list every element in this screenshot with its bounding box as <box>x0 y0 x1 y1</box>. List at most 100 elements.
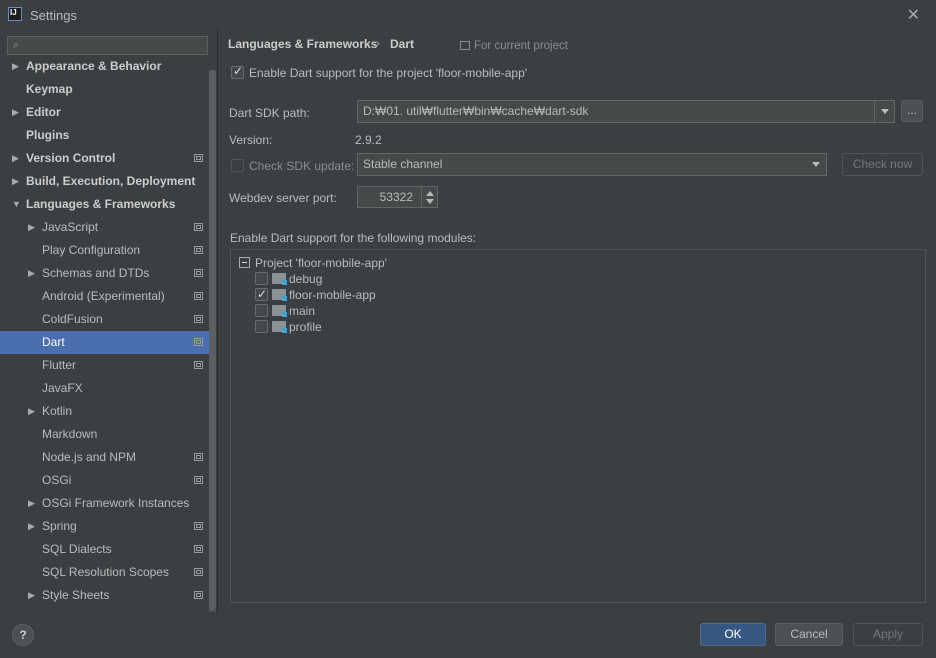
search-input[interactable] <box>30 38 200 52</box>
sidebar-item-javascript[interactable]: ▶ JavaScript <box>0 216 209 239</box>
webdev-port-spinner[interactable]: 53322 <box>357 186 438 208</box>
version-label: Version: <box>229 133 273 147</box>
sidebar-item-label: Node.js and NPM <box>42 450 137 464</box>
sidebar-item-editor[interactable]: ▶ Editor <box>0 101 209 124</box>
module-checkbox[interactable] <box>255 272 268 285</box>
sidebar-item-flutter[interactable]: Flutter <box>0 354 209 377</box>
collapsed-arrow-icon[interactable]: ▶ <box>28 515 35 538</box>
sidebar-item-dart[interactable]: Dart <box>0 331 209 354</box>
check-sdk-update-label[interactable]: Check SDK update: <box>249 159 354 173</box>
project-scope-icon <box>194 361 203 369</box>
sidebar-item-kotlin[interactable]: ▶ Kotlin <box>0 400 209 423</box>
module-checkbox[interactable] <box>255 304 268 317</box>
chevron-down-icon[interactable] <box>806 154 826 175</box>
collapsed-arrow-icon[interactable]: ▶ <box>28 492 35 515</box>
module-row[interactable]: debug <box>255 271 555 287</box>
help-button[interactable]: ? <box>12 624 34 646</box>
module-folder-icon <box>272 273 287 285</box>
collapsed-arrow-icon[interactable]: ▶ <box>12 147 19 170</box>
sidebar-item-osgi-framework-instances[interactable]: ▶ OSGi Framework Instances <box>0 492 209 515</box>
sidebar-item-android-experimental[interactable]: Android (Experimental) <box>0 285 209 308</box>
sidebar-item-languages-frameworks[interactable]: ▼ Languages & Frameworks <box>0 193 209 216</box>
browse-sdk-button[interactable]: ... <box>901 100 923 122</box>
modules-tree: Project 'floor-mobile-app' debug floor-mo… <box>230 249 926 603</box>
settings-search[interactable]: ⌕ <box>7 36 208 55</box>
sidebar-item-play-configuration[interactable]: Play Configuration <box>0 239 209 262</box>
sidebar-item-label: Kotlin <box>42 404 73 418</box>
module-checkbox[interactable] <box>255 320 268 333</box>
collapsed-arrow-icon[interactable]: ▶ <box>12 55 19 78</box>
sidebar-item-node-js-and-npm[interactable]: Node.js and NPM <box>0 446 209 469</box>
sidebar-item-markdown[interactable]: Markdown <box>0 423 209 446</box>
sidebar-item-javafx[interactable]: JavaFX <box>0 377 209 400</box>
module-row[interactable]: main <box>255 303 555 319</box>
collapsed-arrow-icon[interactable]: ▶ <box>28 400 35 423</box>
module-name: profile <box>289 320 322 334</box>
module-name: floor-mobile-app <box>289 288 376 302</box>
sdk-path-label: Dart SDK path: <box>229 106 310 120</box>
collapsed-arrow-icon[interactable]: ▶ <box>28 216 35 239</box>
project-scope-icon <box>194 522 203 530</box>
sdk-path-combobox[interactable]: D:₩01. util₩flutter₩bin₩cache₩dart-sdk <box>357 100 895 123</box>
settings-sidebar: ⌕ ▶ Appearance & Behavior Keymap ▶ Editor Plu… <box>0 30 218 612</box>
sidebar-item-label: Appearance & Behavior <box>26 59 162 73</box>
sidebar-item-label: Keymap <box>26 82 73 96</box>
project-node-label: Project 'floor-mobile-app' <box>255 256 387 270</box>
sidebar-item-build-execution-deployment[interactable]: ▶ Build, Execution, Deployment <box>0 170 209 193</box>
search-icon: ⌕ <box>13 39 20 51</box>
project-scope-icon <box>194 545 203 553</box>
check-now-button[interactable]: Check now <box>842 153 923 176</box>
module-row[interactable]: profile <box>255 319 555 335</box>
project-scope-icon <box>194 154 203 162</box>
sidebar-item-label: Spring <box>42 519 77 533</box>
sidebar-item-style-sheets[interactable]: ▶ Style Sheets <box>0 584 209 607</box>
sidebar-item-sql-dialects[interactable]: SQL Dialects <box>0 538 209 561</box>
sidebar-item-version-control[interactable]: ▶ Version Control <box>0 147 209 170</box>
sidebar-item-label: Markdown <box>42 427 98 441</box>
cancel-button[interactable]: Cancel <box>775 623 843 646</box>
sidebar-scrollbar-thumb[interactable] <box>209 70 216 610</box>
sidebar-item-label: Play Configuration <box>42 243 141 257</box>
update-channel-select[interactable]: Stable channel <box>357 153 827 176</box>
sidebar-item-plugins[interactable]: Plugins <box>0 124 209 147</box>
sidebar-item-appearance-behavior[interactable]: ▶ Appearance & Behavior <box>0 55 209 78</box>
project-scope-icon <box>194 568 203 576</box>
collapsed-arrow-icon[interactable]: ▶ <box>28 262 35 285</box>
sidebar-item-label: Plugins <box>26 128 70 142</box>
sidebar-item-osgi[interactable]: OSGi <box>0 469 209 492</box>
close-icon[interactable]: ✕ <box>907 5 920 25</box>
dart-settings-panel: Languages & Frameworks › Dart For curren… <box>218 30 936 612</box>
sidebar-item-label: Style Sheets <box>42 588 110 602</box>
collapsed-arrow-icon[interactable]: ▶ <box>28 584 35 607</box>
breadcrumb-separator: › <box>376 36 380 50</box>
enable-dart-checkbox[interactable] <box>231 64 244 79</box>
module-name: debug <box>289 272 323 286</box>
sidebar-item-coldfusion[interactable]: ColdFusion <box>0 308 209 331</box>
sidebar-item-schemas-and-dtds[interactable]: ▶ Schemas and DTDs <box>0 262 209 285</box>
webdev-port-value: 53322 <box>379 190 413 204</box>
sidebar-item-keymap[interactable]: Keymap <box>0 78 209 101</box>
sidebar-item-label: SQL Dialects <box>42 542 112 556</box>
spinner-buttons[interactable] <box>421 187 437 207</box>
ok-button[interactable]: OK <box>700 623 766 646</box>
window-title: Settings <box>30 8 77 23</box>
breadcrumb-parent[interactable]: Languages & Frameworks <box>228 37 377 51</box>
increment-icon[interactable] <box>426 191 434 196</box>
enable-dart-label[interactable]: Enable Dart support for the project 'flo… <box>249 66 527 80</box>
webdev-port-label: Webdev server port: <box>229 191 337 205</box>
sidebar-item-label: Android (Experimental) <box>42 289 165 303</box>
sidebar-item-sql-resolution-scopes[interactable]: SQL Resolution Scopes <box>0 561 209 584</box>
module-row[interactable]: floor-mobile-app <box>255 286 555 303</box>
decrement-icon[interactable] <box>426 199 434 204</box>
sidebar-item-spring[interactable]: ▶ Spring <box>0 515 209 538</box>
expanded-arrow-icon[interactable]: ▼ <box>12 193 21 216</box>
project-node[interactable]: Project 'floor-mobile-app' <box>239 255 539 271</box>
check-sdk-update-checkbox[interactable] <box>231 159 244 172</box>
module-checkbox[interactable] <box>255 286 268 302</box>
collapsed-arrow-icon[interactable]: ▶ <box>12 101 19 124</box>
collapsed-arrow-icon[interactable]: ▶ <box>12 170 19 193</box>
chevron-down-icon[interactable] <box>874 101 894 122</box>
collapse-icon[interactable] <box>239 257 250 268</box>
sidebar-item-label: ColdFusion <box>42 312 103 326</box>
apply-button[interactable]: Apply <box>853 623 923 646</box>
